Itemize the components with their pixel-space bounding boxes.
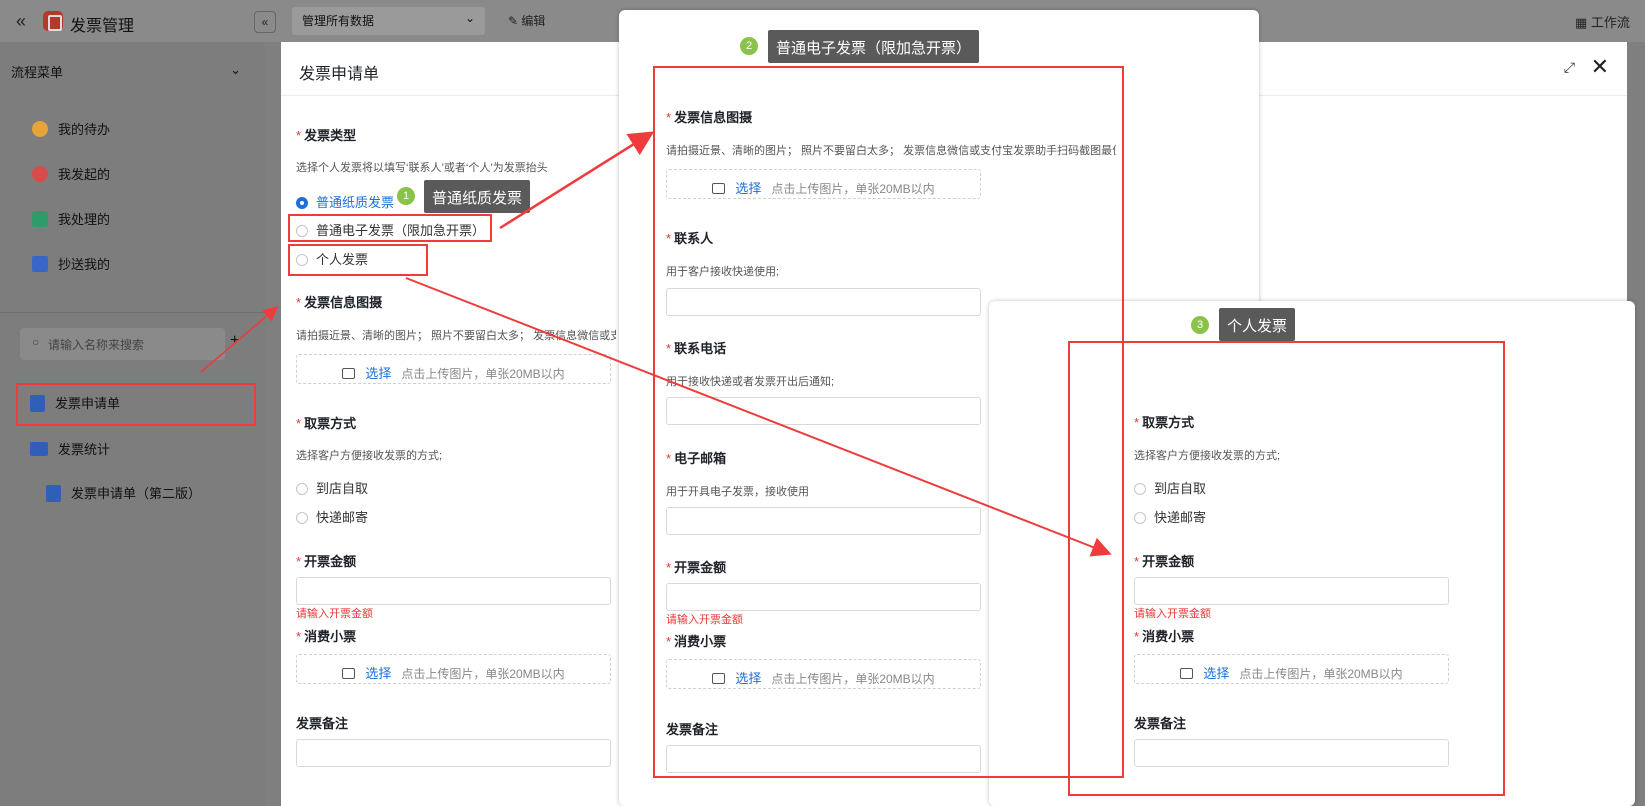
arrow-electronic <box>499 131 655 230</box>
annotation-arrows <box>200 131 1112 557</box>
arrow-sidebar-to-form <box>200 306 279 373</box>
arrow-personal <box>405 277 1112 557</box>
